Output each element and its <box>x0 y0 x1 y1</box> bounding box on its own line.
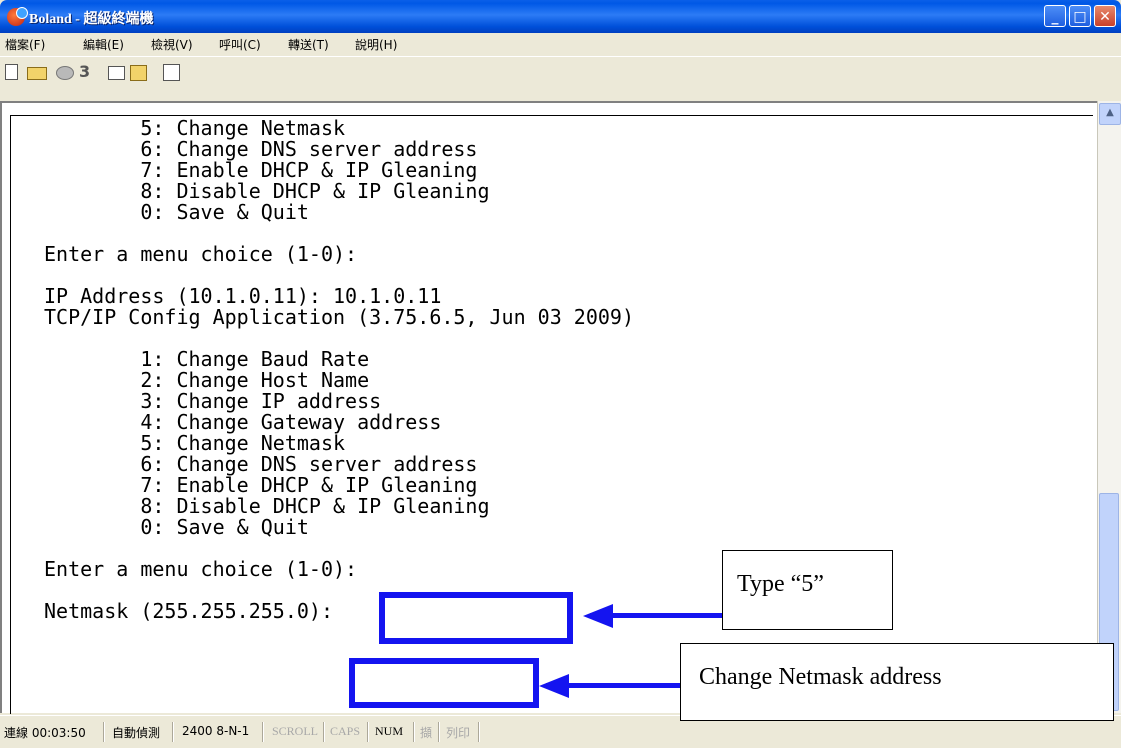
callout-change-netmask: Change Netmask address <box>680 643 1114 721</box>
vertical-scrollbar[interactable]: ▲ <box>1097 101 1121 713</box>
terminal-line: 8: Disable DHCP & IP Gleaning <box>44 179 490 203</box>
open-icon[interactable] <box>27 67 47 80</box>
terminal-line: 6: Change DNS server address <box>44 452 478 476</box>
status-scroll: SCROLL <box>272 724 319 738</box>
terminal-line: 6: Change DNS server address <box>44 137 478 161</box>
status-divider <box>438 722 440 742</box>
status-print: 列印 <box>446 726 471 740</box>
callout-type-5: Type “5” <box>722 550 893 630</box>
terminal-line: 0: Save & Quit <box>44 515 309 539</box>
receive-icon[interactable] <box>130 65 147 81</box>
terminal-line: 1: Change Baud Rate <box>44 347 370 371</box>
properties-icon[interactable] <box>163 64 180 81</box>
menu-transfer[interactable]: 轉送(T) <box>288 36 329 53</box>
status-divider <box>413 722 415 742</box>
terminal-line: 5: Change Netmask <box>44 116 346 140</box>
menu-help[interactable]: 說明(H) <box>355 36 397 53</box>
menu-view[interactable]: 檢視(V) <box>151 36 193 53</box>
status-num: NUM <box>375 724 404 738</box>
status-connected-time: 連線 00:03:50 <box>4 726 86 740</box>
title-bar[interactable]: Boland - 超級終端機 _ □ ✕ <box>0 0 1121 33</box>
toolbar: 3 <box>0 56 1121 87</box>
status-divider <box>323 722 325 742</box>
terminal-line: IP Address (10.1.0.11): 10.1.0.11 <box>44 284 442 308</box>
send-icon[interactable] <box>108 66 125 80</box>
terminal-line: Enter a menu choice (1-0): <box>44 557 358 581</box>
terminal-line: TCP/IP Config Application (3.75.6.5, Jun… <box>44 305 635 329</box>
minimize-button[interactable]: _ <box>1044 5 1066 27</box>
status-settings: 2400 8-N-1 <box>182 724 250 738</box>
status-detect: 自動偵測 <box>112 726 161 740</box>
terminal-line: 5: Change Netmask <box>44 431 346 455</box>
arrowhead-icon <box>583 604 613 628</box>
terminal-line: 4: Change Gateway address <box>44 410 442 434</box>
window-title: Boland - 超級終端機 <box>29 12 154 27</box>
status-divider <box>478 722 480 742</box>
menu-bar: 檔案(F) 編輯(E) 檢視(V) 呼叫(C) 轉送(T) 說明(H) <box>0 33 1121 53</box>
terminal-line: Enter a menu choice (1-0): <box>44 242 358 266</box>
scroll-up-arrow-icon[interactable]: ▲ <box>1099 103 1121 125</box>
terminal-line: 7: Enable DHCP & IP Gleaning <box>44 158 478 182</box>
new-icon[interactable] <box>5 64 18 80</box>
close-button[interactable]: ✕ <box>1094 5 1116 27</box>
menu-choice-highlight-box <box>379 592 573 644</box>
terminal-line: Netmask (255.255.255.0): <box>44 599 333 623</box>
maximize-button[interactable]: □ <box>1069 5 1091 27</box>
status-capture: 擷 <box>420 726 433 740</box>
terminal-line: 3: Change IP address <box>44 389 382 413</box>
connect-icon[interactable] <box>56 66 74 80</box>
hyperterminal-app-icon[interactable] <box>7 7 28 26</box>
status-divider <box>262 722 264 742</box>
status-divider <box>103 722 105 742</box>
status-caps: CAPS <box>330 724 361 738</box>
terminal-line: 8: Disable DHCP & IP Gleaning <box>44 494 490 518</box>
arrowhead-icon <box>539 674 569 698</box>
terminal-line: 2: Change Host Name <box>44 368 370 392</box>
menu-file[interactable]: 檔案(F) <box>5 36 45 53</box>
menu-call[interactable]: 呼叫(C) <box>219 36 261 53</box>
terminal-line: 7: Enable DHCP & IP Gleaning <box>44 473 478 497</box>
status-divider <box>367 722 369 742</box>
status-divider <box>172 722 174 742</box>
terminal-line: 0: Save & Quit <box>44 200 309 224</box>
disconnect-icon[interactable]: 3 <box>79 63 91 81</box>
menu-edit[interactable]: 編輯(E) <box>83 36 124 53</box>
netmask-highlight-box <box>349 658 539 708</box>
